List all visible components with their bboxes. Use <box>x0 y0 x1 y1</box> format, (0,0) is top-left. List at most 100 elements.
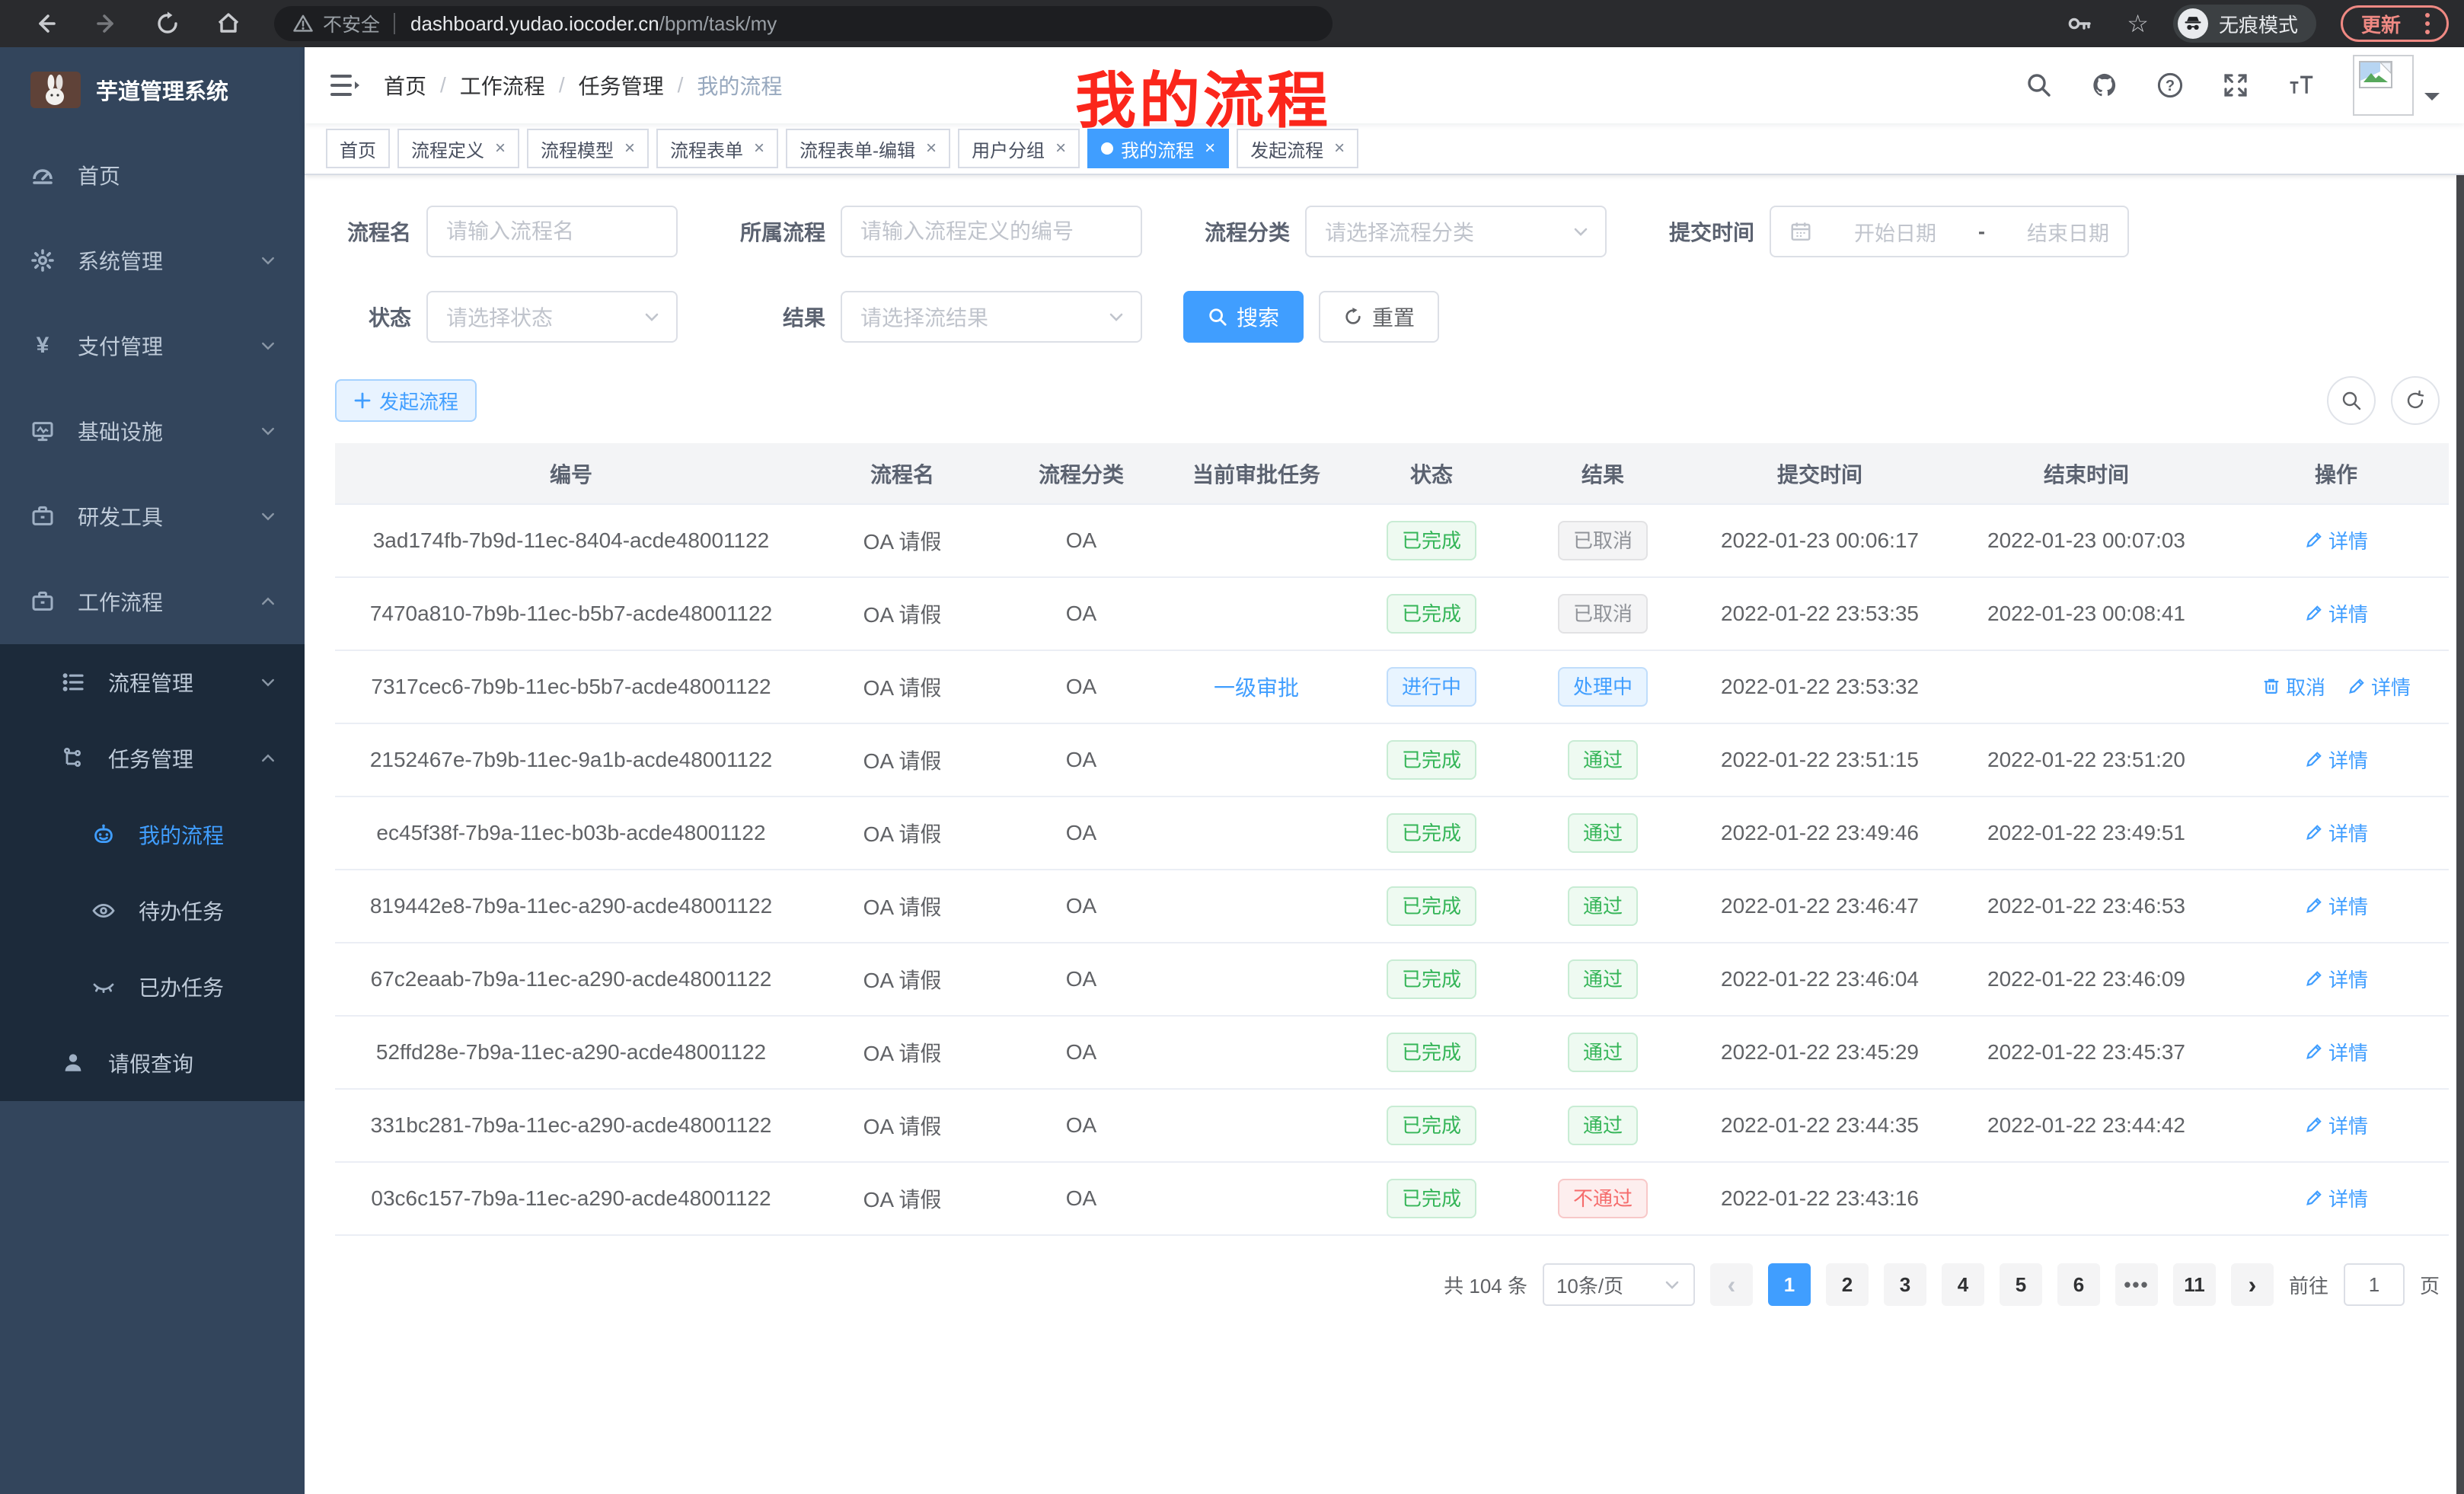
incognito-badge: 无痕模式 <box>2173 5 2316 43</box>
tab-close-icon[interactable]: × <box>624 139 635 158</box>
address-bar[interactable]: 不安全 dashboard.yudao.iocoder.cn/bpm/task/… <box>274 6 1333 41</box>
github-icon[interactable] <box>2091 72 2118 99</box>
detail-link[interactable]: 详情 <box>2304 526 2368 554</box>
detail-link[interactable]: 详情 <box>2304 965 2368 993</box>
breadcrumb-item[interactable]: 工作流程 <box>460 70 545 101</box>
page-button[interactable]: 5 <box>2000 1263 2042 1306</box>
tab-close-icon[interactable]: × <box>1205 139 1215 158</box>
prev-page-button[interactable]: ‹ <box>1710 1263 1753 1306</box>
detail-link[interactable]: 详情 <box>2304 1038 2368 1066</box>
view-tab[interactable]: 首页 <box>326 129 390 168</box>
detail-link[interactable]: 详情 <box>2347 672 2411 701</box>
browser-menu-icon[interactable] <box>2416 7 2439 40</box>
scrollbar[interactable] <box>2456 47 2464 1494</box>
sidebar-item-my-processes[interactable]: 我的流程 <box>0 796 305 873</box>
select-placeholder: 请选择流程分类 <box>1325 216 1474 247</box>
sidebar-item-system[interactable]: 系统管理 <box>0 218 305 303</box>
app-logo-row[interactable]: 芋道管理系统 <box>0 47 305 132</box>
view-tab[interactable]: 我的流程 × <box>1087 129 1229 168</box>
user-menu[interactable] <box>2353 55 2440 116</box>
sidebar-toggle-icon[interactable] <box>329 70 359 101</box>
detail-link[interactable]: 详情 <box>2304 819 2368 847</box>
page-ellipsis[interactable]: ••• <box>2115 1263 2158 1306</box>
status-badge: 已完成 <box>1387 959 1476 999</box>
submit-time: 2022-01-22 23:45:29 <box>1690 1016 1949 1089</box>
calendar-icon <box>1789 220 1812 243</box>
browser-reload-icon[interactable] <box>154 10 181 37</box>
eye-icon <box>91 899 116 923</box>
current-task-link[interactable]: 一级审批 <box>1214 676 1299 700</box>
tab-label: 我的流程 <box>1121 136 1194 162</box>
sidebar-item-process-management[interactable]: 流程管理 <box>0 644 305 720</box>
sidebar-item-home[interactable]: 首页 <box>0 132 305 218</box>
process-id: 3ad174fb-7b9d-11ec-8404-acde48001122 <box>335 504 807 577</box>
detail-link[interactable]: 详情 <box>2304 1111 2368 1139</box>
sidebar-item-todo-tasks[interactable]: 待办任务 <box>0 873 305 949</box>
tab-close-icon[interactable]: × <box>754 139 764 158</box>
view-tab[interactable]: 流程表单-编辑× <box>786 129 950 168</box>
process-name-input[interactable] <box>426 206 678 257</box>
tab-close-icon[interactable]: × <box>1334 139 1345 158</box>
detail-link[interactable]: 详情 <box>2304 892 2368 920</box>
tab-close-icon[interactable]: × <box>1055 139 1066 158</box>
current-task: 一级审批 <box>1165 650 1348 723</box>
status-select[interactable]: 请选择状态 <box>426 291 678 343</box>
view-tab[interactable]: 流程表单× <box>656 129 778 168</box>
detail-link[interactable]: 详情 <box>2304 1184 2368 1212</box>
search-icon[interactable] <box>2025 72 2053 99</box>
search-button[interactable]: 搜索 <box>1183 291 1304 343</box>
browser-home-icon[interactable] <box>215 10 242 37</box>
create-process-button[interactable]: 发起流程 <box>335 379 477 422</box>
page-button[interactable]: 11 <box>2173 1263 2216 1306</box>
end-date-placeholder[interactable]: 结束日期 <box>2027 217 2109 247</box>
tab-close-icon[interactable]: × <box>926 139 937 158</box>
browser-back-icon[interactable] <box>32 10 59 37</box>
bookmark-star-icon[interactable]: ☆ <box>2127 11 2149 36</box>
breadcrumb-item[interactable]: 首页 <box>384 70 426 101</box>
page-button[interactable]: 2 <box>1826 1263 1869 1306</box>
detail-link[interactable]: 详情 <box>2304 745 2368 774</box>
cancel-link[interactable]: 取消 <box>2261 672 2325 701</box>
view-tab[interactable]: 流程模型× <box>527 129 649 168</box>
result-select[interactable]: 请选择流结果 <box>841 291 1142 343</box>
sidebar-item-done-tasks[interactable]: 已办任务 <box>0 949 305 1025</box>
font-size-icon[interactable] <box>2287 72 2315 99</box>
browser-forward-icon[interactable] <box>93 10 120 37</box>
fullscreen-icon[interactable] <box>2222 72 2249 99</box>
sidebar-item-infrastructure[interactable]: 基础设施 <box>0 388 305 474</box>
password-key-icon[interactable] <box>2066 10 2093 37</box>
sidebar-item-label: 流程管理 <box>108 667 193 698</box>
sidebar-item-task-management[interactable]: 任务管理 <box>0 720 305 796</box>
sidebar-item-payment[interactable]: ¥ 支付管理 <box>0 303 305 388</box>
page-size-select[interactable]: 10条/页 <box>1543 1263 1695 1306</box>
action-label: 详情 <box>2328 526 2368 554</box>
reset-button[interactable]: 重置 <box>1319 291 1439 343</box>
show-search-icon[interactable] <box>2327 376 2376 425</box>
view-tab[interactable]: 用户分组× <box>958 129 1080 168</box>
page-button[interactable]: 6 <box>2057 1263 2100 1306</box>
jump-page-input[interactable] <box>2344 1263 2405 1306</box>
result-badge: 通过 <box>1568 740 1638 780</box>
sidebar-item-devtools[interactable]: 研发工具 <box>0 474 305 559</box>
date-range-picker[interactable]: 开始日期 - 结束日期 <box>1770 206 2129 257</box>
category-select[interactable]: 请选择流程分类 <box>1305 206 1607 257</box>
help-icon[interactable]: ? <box>2156 72 2184 99</box>
detail-link[interactable]: 详情 <box>2304 599 2368 627</box>
page-button[interactable]: 3 <box>1884 1263 1926 1306</box>
view-tab[interactable]: 流程定义× <box>397 129 519 168</box>
refresh-table-icon[interactable] <box>2391 376 2440 425</box>
tab-close-icon[interactable]: × <box>495 139 506 158</box>
breadcrumb-item[interactable]: 任务管理 <box>579 70 664 101</box>
view-tab[interactable]: 发起流程× <box>1237 129 1358 168</box>
page-button[interactable]: 4 <box>1942 1263 1984 1306</box>
sidebar-item-workflow[interactable]: 工作流程 <box>0 559 305 644</box>
update-button[interactable]: 更新 <box>2341 5 2449 42</box>
sidebar-item-label: 已办任务 <box>139 972 224 1002</box>
start-date-placeholder[interactable]: 开始日期 <box>1854 217 1936 247</box>
page-button[interactable]: 1 <box>1768 1263 1811 1306</box>
update-label: 更新 <box>2361 10 2401 38</box>
process-id: 331bc281-7b9a-11ec-a290-acde48001122 <box>335 1089 807 1162</box>
process-definition-input[interactable] <box>841 206 1142 257</box>
sidebar-item-leave-query[interactable]: 请假查询 <box>0 1025 305 1101</box>
next-page-button[interactable]: › <box>2231 1263 2274 1306</box>
